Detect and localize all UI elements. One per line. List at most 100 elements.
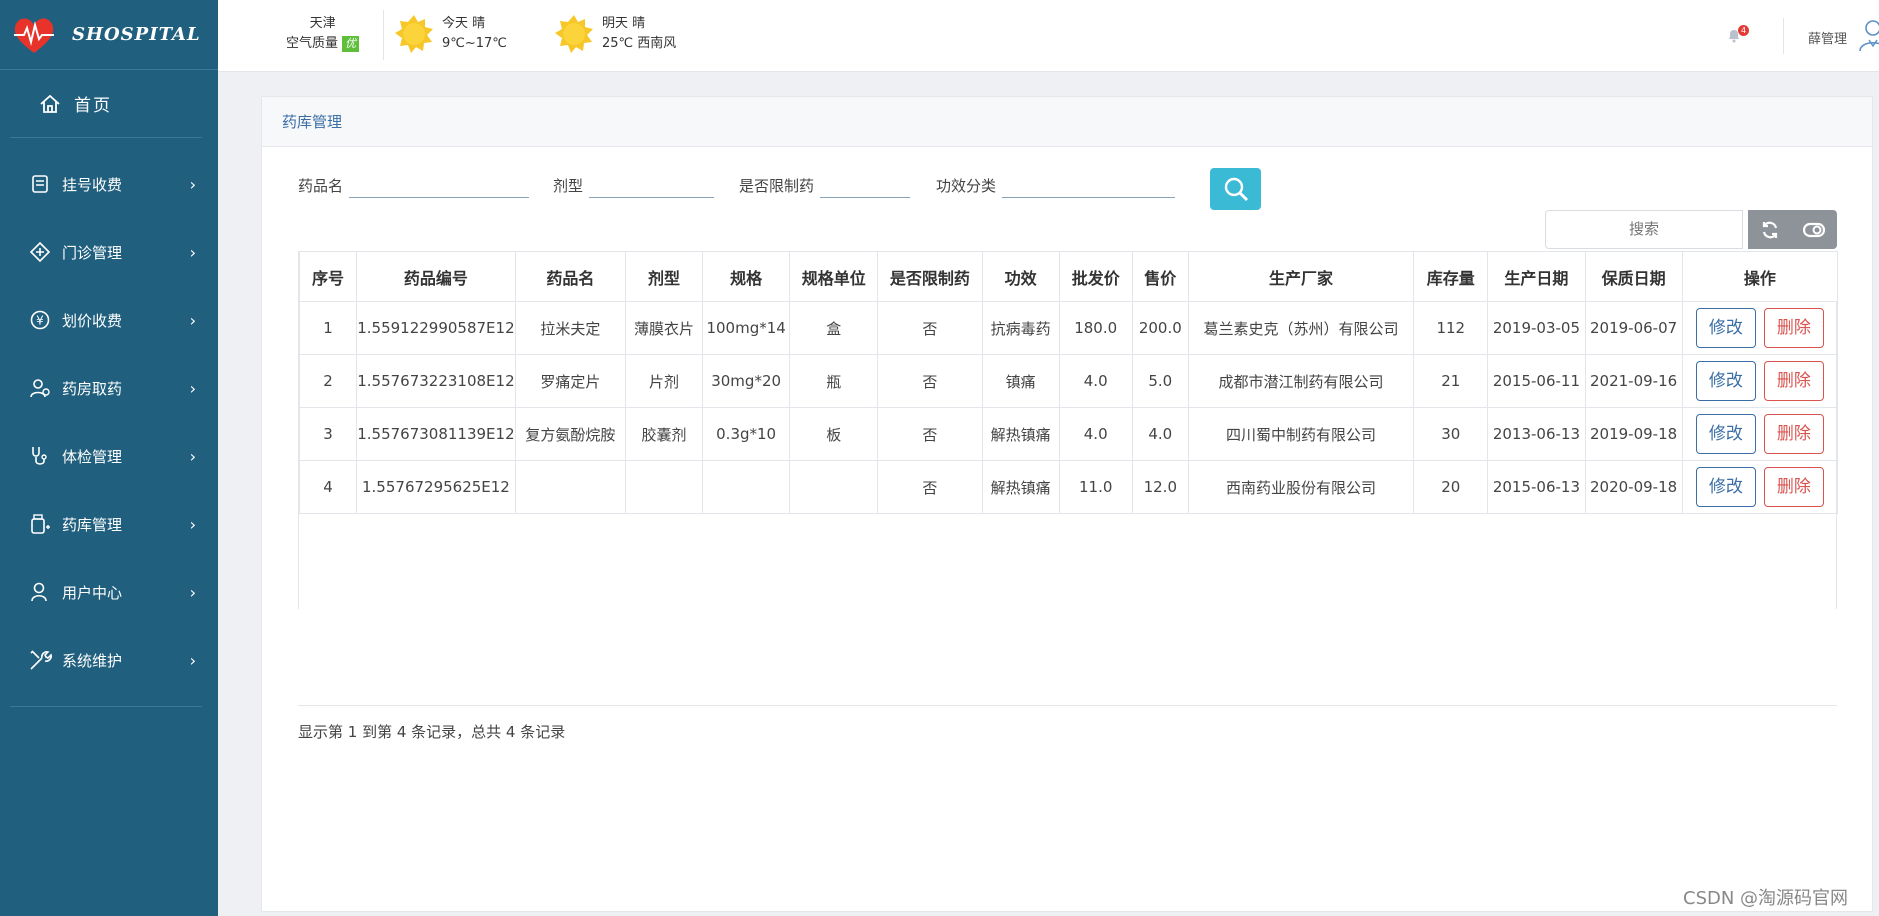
table-cell: 21: [1413, 354, 1489, 408]
edit-button[interactable]: 修改: [1695, 308, 1756, 348]
sidebar-item-clinic[interactable]: 门诊管理 ›: [10, 218, 202, 286]
sidebar-item-checkup[interactable]: 体检管理 ›: [10, 422, 202, 490]
table-cell: 否: [877, 301, 983, 355]
delete-button[interactable]: 删除: [1763, 308, 1824, 348]
table-cell: 1.55767295625E12: [356, 460, 516, 514]
column-header[interactable]: 剂型: [624, 251, 704, 302]
sidebar-item-label: 药房取药: [62, 379, 123, 398]
actions-cell: 修改 删除: [1681, 301, 1839, 355]
heart-logo-icon: [12, 15, 56, 55]
table-cell: 20: [1413, 460, 1489, 514]
table-cell: 否: [877, 407, 983, 461]
column-header[interactable]: 售价: [1131, 251, 1189, 302]
table-cell: 1.557673223108E12: [356, 354, 516, 408]
sidebar-nav: 挂号收费 › 门诊管理 › ¥ 划价收费 › 药房取药 › 体检管理 › 药库管…: [10, 150, 202, 707]
column-header[interactable]: 规格单位: [789, 251, 879, 302]
column-header[interactable]: 生产日期: [1487, 251, 1586, 302]
chevron-right-icon: ›: [189, 650, 196, 670]
column-header[interactable]: 序号: [298, 251, 358, 302]
search-button[interactable]: [1210, 168, 1261, 210]
sidebar: SHOSPITAL 首页 挂号收费 › 门诊管理 › ¥ 划价收费 › 药房取药…: [0, 0, 218, 916]
air-quality-badge: 优: [342, 36, 360, 52]
delete-button[interactable]: 删除: [1763, 361, 1824, 401]
category-input[interactable]: [1002, 172, 1176, 198]
table-cell: 112: [1413, 301, 1489, 355]
svg-text:¥: ¥: [36, 314, 44, 328]
dosage-form-label: 剂型: [553, 176, 584, 195]
user-name[interactable]: 薛管理: [1808, 28, 1847, 47]
sidebar-item-billing[interactable]: ¥ 划价收费 ›: [10, 286, 202, 354]
edit-button[interactable]: 修改: [1695, 361, 1756, 401]
table-cell: 4.0: [1058, 407, 1133, 461]
sidebar-item-registration[interactable]: 挂号收费 ›: [10, 150, 202, 218]
table-search-input[interactable]: [1545, 210, 1743, 249]
delete-button[interactable]: 删除: [1763, 467, 1824, 507]
today-temp: 9℃~17℃: [442, 36, 507, 51]
column-header[interactable]: 药品编号: [356, 251, 516, 302]
top-bar: 天津 空气质量 优 今天 晴 9℃~17℃ 明天 晴 25℃ 西南风 4 薛管理: [218, 0, 1879, 72]
user-icon: [28, 580, 52, 604]
yuan-icon: ¥: [28, 308, 52, 332]
table-cell: 西南药业股份有限公司: [1187, 460, 1415, 514]
table-row[interactable]: 4 1.55767295625E12 否解热镇痛 11.0 12.0 西南药业股份有限公司…: [298, 460, 1839, 514]
category-label: 功效分类: [936, 176, 997, 195]
sidebar-item-home[interactable]: 首页: [10, 70, 202, 138]
table-cell: 片剂: [624, 354, 704, 408]
table-cell: 四川蜀中制药有限公司: [1187, 407, 1415, 461]
edit-button[interactable]: 修改: [1695, 414, 1756, 454]
table-cell: [514, 460, 626, 514]
table-cell: 2019-06-07: [1584, 301, 1683, 355]
table-cell: 100mg*14: [702, 301, 791, 355]
search-icon: [1224, 177, 1248, 202]
app-logo[interactable]: SHOSPITAL: [0, 0, 218, 70]
sidebar-item-system[interactable]: 系统维护 ›: [10, 626, 202, 694]
dosage-form-input[interactable]: [589, 172, 715, 198]
column-header[interactable]: 操作: [1681, 251, 1839, 302]
column-header[interactable]: 生产厂家: [1187, 251, 1415, 302]
table-cell: 胶囊剂: [624, 407, 704, 461]
table-row[interactable]: 2 1.557673223108E12 罗痛定片 片剂 30mg*20 瓶否镇痛 4.0 5.…: [298, 354, 1839, 408]
column-header[interactable]: 药品名: [514, 251, 626, 302]
column-header[interactable]: 保质日期: [1584, 251, 1683, 302]
notification-bell[interactable]: 4: [1726, 25, 1750, 47]
panel-title: 药库管理: [262, 97, 1872, 147]
column-header[interactable]: 批发价: [1058, 251, 1133, 302]
table-cell: 成都市潜江制药有限公司: [1187, 354, 1415, 408]
tomorrow-weather: 明天 晴: [602, 16, 646, 31]
toggle-view-button[interactable]: [1792, 210, 1836, 249]
refresh-button[interactable]: [1748, 210, 1792, 249]
column-header[interactable]: 是否限制药: [877, 251, 983, 302]
sidebar-item-drug-storage[interactable]: 药库管理 ›: [10, 490, 202, 558]
tools-icon: [28, 648, 52, 672]
weather-today: 今天 晴 9℃~17℃: [394, 14, 507, 54]
table-cell: 0.3g*10: [702, 407, 791, 461]
table-cell: 盒: [789, 301, 879, 355]
table-cell: 12.0: [1131, 460, 1189, 514]
sidebar-item-label: 用户中心: [62, 583, 123, 602]
drug-name-input[interactable]: [349, 172, 530, 198]
edit-button[interactable]: 修改: [1695, 467, 1756, 507]
delete-button[interactable]: 删除: [1763, 414, 1824, 454]
register-icon: [28, 172, 52, 196]
sidebar-item-pharmacy[interactable]: 药房取药 ›: [10, 354, 202, 422]
table-cell: 3: [298, 407, 358, 461]
table-row[interactable]: 1 1.559122990587E12 拉米夫定 薄膜衣片 100mg*14 盒否抗病毒药…: [298, 301, 1839, 355]
sidebar-item-label: 药库管理: [62, 515, 123, 534]
restricted-input[interactable]: [820, 172, 911, 198]
divider: [1783, 18, 1784, 54]
column-header[interactable]: 功效: [981, 251, 1060, 302]
column-header[interactable]: 规格: [702, 251, 791, 302]
drug-table-container: 序号 药品编号 药品名 剂型 规格 规格单位 是否限制药 功效 批发价 售价 生产厂家 库存量 生产日期…: [298, 251, 1839, 609]
sidebar-item-user-center[interactable]: 用户中心 ›: [10, 558, 202, 626]
table-cell: 抗病毒药: [981, 301, 1060, 355]
table-cell: 2015-06-13: [1487, 460, 1586, 514]
divider: [383, 10, 384, 60]
toggle-icon: [1803, 222, 1825, 237]
column-header[interactable]: 库存量: [1413, 251, 1489, 302]
table-cell: [702, 460, 791, 514]
drug-storage-panel: 药库管理 药品名 剂型 是否限制药 功效分类 序号药品编号药品名剂型规格规格单位…: [261, 96, 1873, 912]
table-row[interactable]: 3 1.557673081139E12 复方氨酚烷胺 胶囊剂 0.3g*10 板否解热镇痛…: [298, 407, 1839, 461]
table-header-row: 序号 药品编号 药品名 剂型 规格 规格单位 是否限制药 功效 批发价 售价 生产厂家 库存量 生产日期…: [298, 251, 1839, 302]
avatar[interactable]: [1858, 18, 1879, 56]
sidebar-item-label: 挂号收费: [62, 175, 123, 194]
